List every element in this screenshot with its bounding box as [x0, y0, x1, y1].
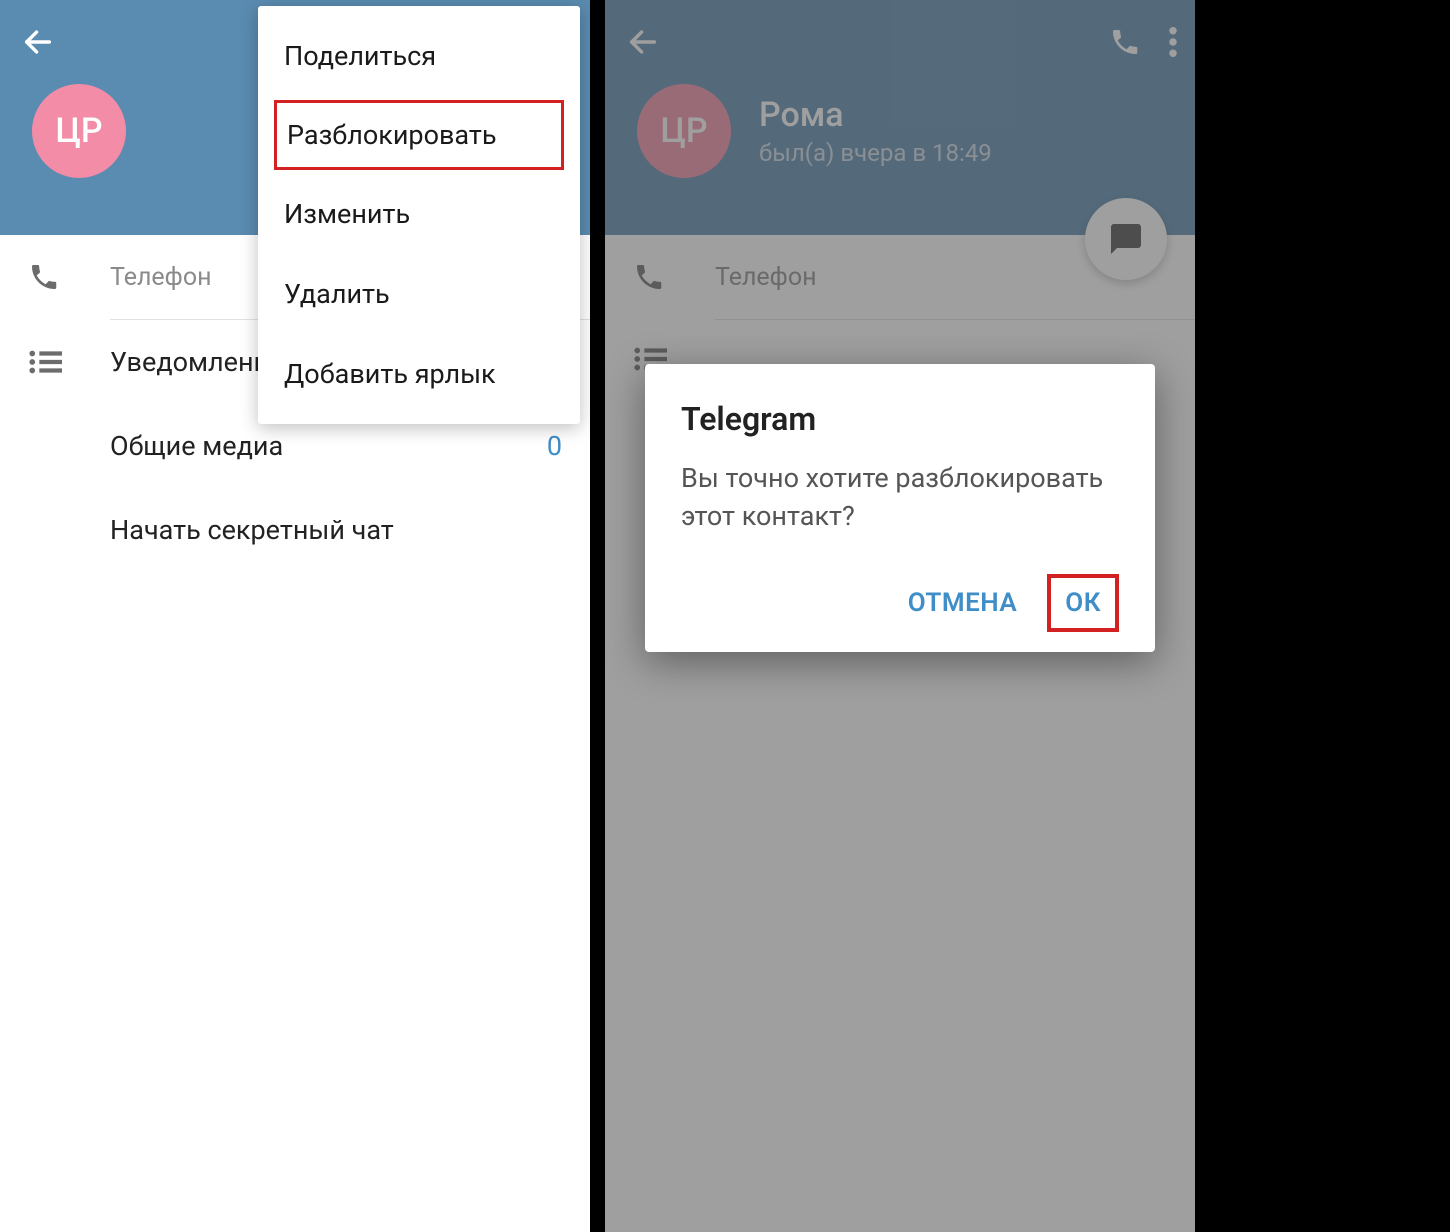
- secret-chat-label: Начать секретный чат: [110, 514, 562, 546]
- avatar-initials: ЦР: [55, 111, 102, 151]
- menu-add-shortcut[interactable]: Добавить ярлык: [258, 334, 580, 414]
- menu-delete[interactable]: Удалить: [258, 254, 580, 334]
- dialog-title: Telegram: [681, 400, 1119, 438]
- menu-edit[interactable]: Изменить: [258, 174, 580, 254]
- dialog-body: Вы точно хотите разблокировать этот конт…: [681, 460, 1119, 536]
- ok-button[interactable]: ОК: [1047, 574, 1119, 632]
- overflow-menu: Поделиться Разблокировать Изменить Удали…: [258, 6, 580, 424]
- list-icon: [28, 349, 62, 375]
- menu-share[interactable]: Поделиться: [258, 16, 580, 96]
- shared-media-label: Общие медиа: [110, 430, 547, 462]
- avatar[interactable]: ЦР: [32, 84, 126, 178]
- phone-label: Телефон: [110, 263, 212, 292]
- profile-screen-left: ЦР Телефон Уведомления Вкл. О: [0, 0, 590, 1232]
- back-button[interactable]: [18, 22, 58, 62]
- profile-screen-right: ЦР Рома был(а) вчера в 18:49 Телефон: [605, 0, 1195, 1232]
- phone-icon: [28, 261, 60, 293]
- secret-chat-row[interactable]: Начать секретный чат: [0, 488, 590, 572]
- menu-unblock[interactable]: Разблокировать: [274, 100, 564, 170]
- shared-media-value: 0: [547, 430, 562, 462]
- arrow-left-icon: [21, 25, 55, 59]
- cancel-button[interactable]: ОТМЕНА: [890, 574, 1036, 632]
- confirm-dialog: Telegram Вы точно хотите разблокировать …: [645, 364, 1155, 652]
